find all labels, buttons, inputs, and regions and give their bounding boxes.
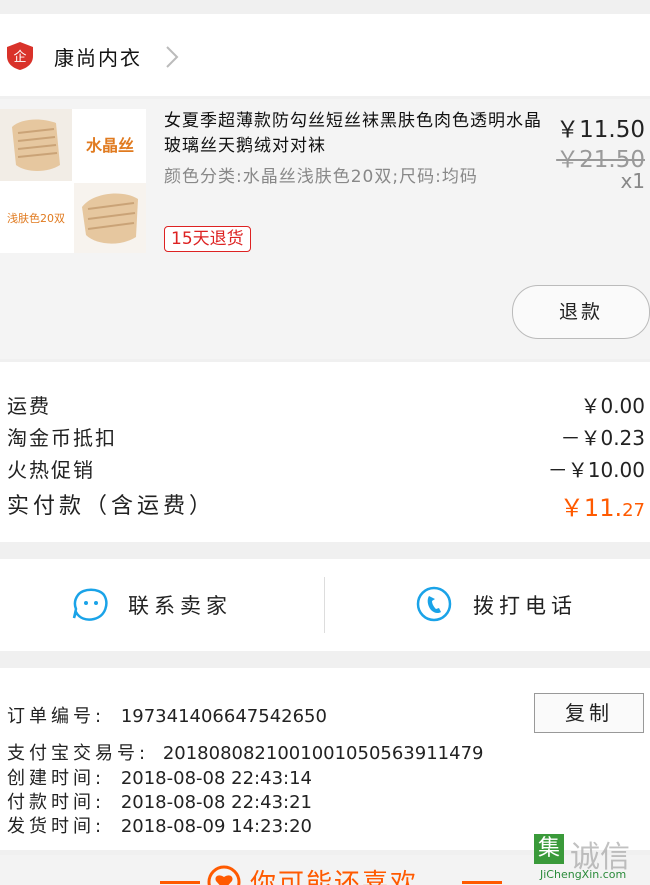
phone-icon [416, 586, 452, 622]
fee-summary: 运费 ￥0.00 淘金币抵扣 －￥0.23 火热促销 －￥10.00 实付款（含… [0, 362, 650, 542]
paid-row: 付款时间: 2018-08-08 22:43:21 [7, 788, 312, 814]
recommend-line-right [462, 881, 502, 884]
created-label: 创建时间: [7, 768, 106, 789]
shop-badge-icon: 企 [7, 42, 33, 70]
coin-value: －￥0.23 [560, 426, 645, 450]
promo-value: －￥10.00 [547, 458, 645, 482]
promo-row: 火热促销 －￥10.00 [7, 454, 645, 484]
shop-header[interactable]: 企 康尚内衣 [0, 14, 650, 96]
watermark-url: JiChengXin.com [540, 868, 627, 881]
contact-bar: 联系卖家 拨打电话 [0, 559, 650, 651]
contact-seller-label: 联系卖家 [128, 594, 232, 618]
order-item[interactable]: 水晶丝 浅肤色20双 女夏季超薄款防勾丝短丝袜黑肤色肉色透明水晶玻璃丝天鹅绒对对… [0, 99, 650, 359]
created-row: 创建时间: 2018-08-08 22:43:14 [7, 764, 312, 790]
paid-label: 付款时间: [7, 792, 106, 813]
alipay-row: 支付宝交易号: 2018080821001001050563911479 [7, 739, 483, 765]
heart-icon [207, 865, 241, 885]
shipping-value: ￥0.00 [580, 394, 645, 418]
total-label: 实付款（含运费） [7, 494, 216, 519]
total-value: ￥11.27 [560, 488, 645, 523]
shipped-row: 发货时间: 2018-08-09 14:23:20 [7, 812, 312, 838]
created-time: 2018-08-08 22:43:14 [120, 768, 312, 789]
shop-name[interactable]: 康尚内衣 [54, 42, 142, 71]
order-number: 197341406647542650 [120, 706, 327, 727]
alipay-label: 支付宝交易号: [7, 743, 150, 764]
recommend-line-left [160, 881, 200, 884]
thumb-label-top: 水晶丝 [86, 136, 134, 155]
call-button[interactable]: 拨打电话 [325, 559, 650, 651]
chevron-right-icon[interactable] [164, 44, 180, 70]
item-quantity: x1 [620, 169, 645, 193]
coin-row: 淘金币抵扣 －￥0.23 [7, 422, 645, 452]
item-price: ￥11.50 [556, 117, 645, 143]
paid-time: 2018-08-08 22:43:21 [120, 792, 312, 813]
call-label: 拨打电话 [473, 594, 577, 618]
order-number-row: 订单编号: 197341406647542650 [7, 702, 327, 728]
item-title[interactable]: 女夏季超薄款防勾丝短丝袜黑肤色肉色透明水晶玻璃丝天鹅绒对对袜 [164, 109, 544, 159]
contact-seller-button[interactable]: 联系卖家 [0, 559, 325, 651]
svg-text:企: 企 [13, 49, 26, 65]
chat-face-icon [72, 588, 108, 621]
shipped-time: 2018-08-09 14:23:20 [120, 816, 312, 837]
refund-button[interactable]: 退款 [512, 285, 650, 339]
total-value-cents: 27 [622, 500, 645, 521]
return-policy-tag: 15天退货 [164, 226, 251, 252]
order-info: 订单编号: 197341406647542650 复制 支付宝交易号: 2018… [0, 668, 650, 850]
watermark-mark: 集 [534, 834, 564, 864]
watermark: 集 诚信 JiChengXin.com [530, 830, 650, 885]
coin-label: 淘金币抵扣 [7, 426, 117, 450]
total-value-main: ￥11. [559, 494, 623, 522]
alipay-number: 2018080821001001050563911479 [162, 743, 484, 764]
shipped-label: 发货时间: [7, 816, 106, 837]
total-row: 实付款（含运费） ￥11.27 [7, 488, 645, 522]
order-number-label: 订单编号: [7, 706, 106, 727]
recommend-title: 你可能还喜欢 [250, 869, 419, 885]
product-thumbnail[interactable]: 水晶丝 浅肤色20双 [0, 109, 146, 253]
shipping-label: 运费 [7, 394, 51, 418]
thumb-label-bottom: 浅肤色20双 [7, 211, 65, 225]
promo-label: 火热促销 [7, 458, 95, 482]
copy-button[interactable]: 复制 [534, 693, 644, 733]
shipping-row: 运费 ￥0.00 [7, 390, 645, 420]
item-spec: 颜色分类:水晶丝浅肤色20双;尺码:均码 [164, 167, 478, 187]
